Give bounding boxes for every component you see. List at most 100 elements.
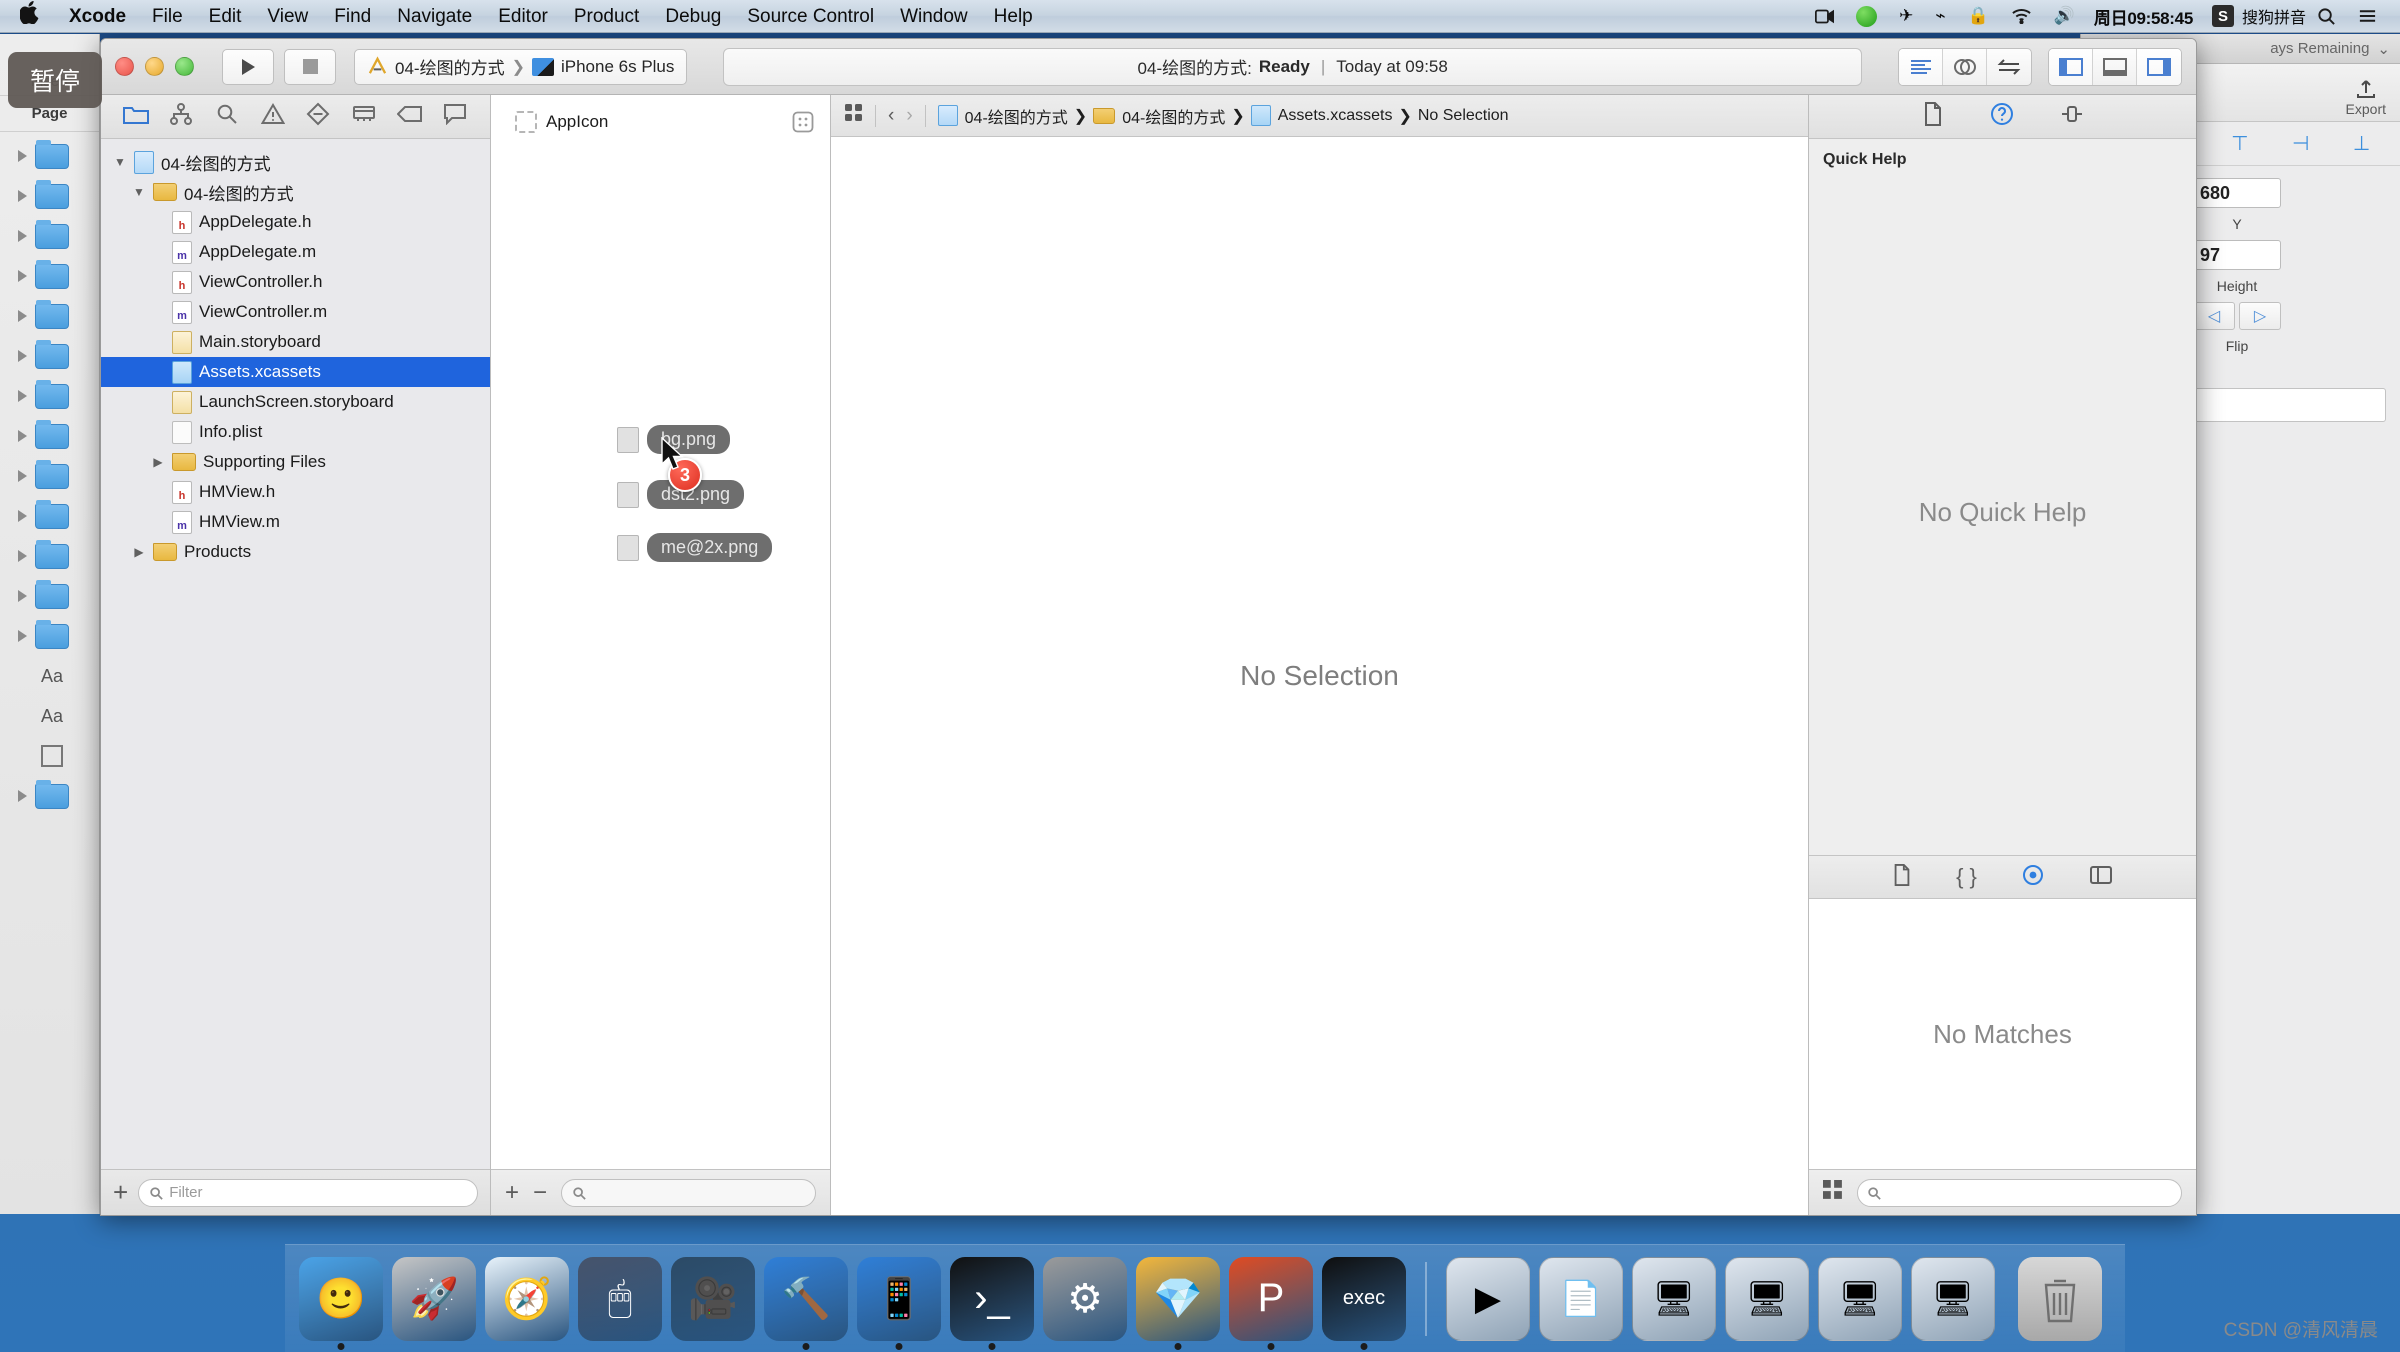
trash-icon[interactable] (2018, 1256, 2102, 1341)
disclosure-triangle-icon[interactable] (18, 310, 27, 322)
tree-item[interactable]: ▶ Supporting Files (101, 447, 490, 477)
left-window-folder-row[interactable] (0, 416, 99, 456)
airplane-icon[interactable]: ✈ (1888, 6, 1924, 26)
left-window-extra-row[interactable]: Aa (0, 656, 99, 696)
tree-item[interactable]: Info.plist (101, 417, 490, 447)
menu-item-edit[interactable]: Edit (196, 0, 255, 33)
tree-item[interactable]: ▼ 04-绘图的方式 (101, 147, 490, 177)
test-navigator-tab[interactable] (301, 102, 335, 132)
export-button[interactable]: Export (2346, 77, 2386, 117)
y-field[interactable]: 680 (2193, 178, 2281, 208)
clock[interactable]: 周日09:58:45 (2086, 4, 2201, 29)
dock-item-xcode[interactable]: 🔨 (764, 1256, 848, 1350)
file-inspector-tab[interactable] (1922, 102, 1944, 131)
height-field[interactable]: 97 (2193, 240, 2281, 270)
dock-item-sketch[interactable]: 💎 (1136, 1256, 1220, 1350)
assistant-editor-icon[interactable] (1943, 48, 1987, 85)
align-middle-icon[interactable]: ⊣ (2292, 131, 2309, 156)
editor-mode-segment[interactable] (1898, 47, 2032, 86)
left-window-extra-row[interactable]: Aa (0, 696, 99, 736)
add-asset-button[interactable]: + (505, 1179, 519, 1207)
related-files-icon[interactable] (845, 104, 863, 127)
project-navigator-tab[interactable] (119, 102, 153, 132)
volume-icon[interactable]: 🔊 (2043, 6, 2086, 26)
asset-set-list[interactable]: AppIcon (491, 95, 830, 1169)
apple-menu-icon[interactable] (0, 0, 56, 33)
dock-item-system-preferences[interactable]: ⚙ (1043, 1256, 1127, 1341)
forward-button[interactable]: › (906, 105, 912, 127)
menu-item-source-control[interactable]: Source Control (734, 0, 887, 33)
tree-item[interactable]: m HMView.m (101, 507, 490, 537)
breadcrumb[interactable]: 04-绘图的方式 ❯ 04-绘图的方式 ❯ Assets.xcassets ❯ No Sel… (937, 104, 1509, 128)
menu-item-find[interactable]: Find (321, 0, 384, 33)
play-green-icon[interactable] (1845, 5, 1888, 27)
dock-app-items[interactable]: 🙂 🚀 🧭 🖱 🎥 🔨 📱 ›_ ⚙ 💎 Pexec (299, 1256, 1406, 1350)
disclosure-triangle-icon[interactable] (18, 390, 27, 402)
breakpoint-navigator-tab[interactable] (393, 102, 427, 132)
flip-horizontal-icon[interactable]: ◁ (2193, 302, 2235, 330)
left-window-extra-row[interactable] (0, 776, 99, 816)
left-window-folder-row[interactable] (0, 496, 99, 536)
navigator-toggle-icon[interactable] (2049, 48, 2093, 85)
menu-item-xcode[interactable]: Xcode (56, 0, 139, 33)
asset-search-field[interactable] (561, 1178, 816, 1207)
tree-item[interactable]: LaunchScreen.storyboard (101, 387, 490, 417)
disclosure-triangle-icon[interactable] (18, 510, 27, 522)
source-control-navigator-tab[interactable] (164, 102, 198, 132)
menu-item-navigate[interactable]: Navigate (384, 0, 485, 33)
disclosure-triangle-icon[interactable] (18, 790, 27, 802)
screen-record-icon[interactable] (1804, 8, 1845, 25)
menu-item-product[interactable]: Product (561, 0, 652, 33)
run-button[interactable] (222, 48, 274, 85)
left-window-folder-row[interactable] (0, 536, 99, 576)
dock-item-exec-terminal[interactable]: exec (1322, 1256, 1406, 1350)
spotlight-search-icon[interactable] (2306, 7, 2347, 26)
left-window-folder-row[interactable] (0, 136, 99, 176)
dock-minimized-media-window[interactable]: ▶ (1446, 1256, 1530, 1341)
library-tab-bar[interactable]: { } (1809, 855, 2196, 899)
dock-item-mouse-utility[interactable]: 🖱 (578, 1256, 662, 1341)
disclosure-triangle-icon[interactable] (18, 590, 27, 602)
left-window-folder-row[interactable] (0, 256, 99, 296)
flip-controls[interactable]: ◁ ▷ (2193, 302, 2281, 330)
disclosure-triangle-icon[interactable] (18, 190, 27, 202)
left-window-extra-row[interactable] (0, 736, 99, 776)
dock-minimized-items[interactable]: ▶ 📄 🖥 🖥 🖥 🖥 (1446, 1256, 1995, 1341)
version-editor-icon[interactable] (1987, 49, 2031, 85)
left-window-folder-row[interactable] (0, 296, 99, 336)
close-button[interactable] (115, 57, 134, 76)
breadcrumb-item[interactable]: 04-绘图的方式 (937, 104, 1068, 128)
menu-item-view[interactable]: View (254, 0, 321, 33)
disclosure-triangle-icon[interactable]: ▶ (151, 455, 165, 469)
dock-minimized-document-window[interactable]: 📄 (1539, 1256, 1623, 1341)
stop-button[interactable] (284, 48, 336, 85)
utilities-toggle-icon[interactable] (2137, 48, 2181, 85)
dock-item-quicktime-player[interactable]: 🎥 (671, 1256, 755, 1341)
wifi-icon[interactable] (2000, 8, 2043, 24)
file-template-library-tab[interactable] (1892, 863, 1912, 891)
navigator-filter-field[interactable]: Filter (138, 1178, 478, 1207)
breadcrumb-item[interactable]: 04-绘图的方式 (1093, 104, 1225, 128)
left-window-folder-row[interactable] (0, 616, 99, 656)
zoom-button[interactable] (175, 57, 194, 76)
disclosure-triangle-icon[interactable] (18, 630, 27, 642)
left-window-folder-row[interactable] (0, 176, 99, 216)
breadcrumb-item[interactable]: Assets.xcassets (1250, 105, 1392, 126)
quick-help-inspector-tab[interactable] (1990, 102, 2014, 131)
view-toggle-segment[interactable] (2048, 47, 2182, 86)
flip-vertical-icon[interactable]: ▷ (2239, 302, 2281, 330)
dock-minimized-screen-window-1[interactable]: 🖥 (1632, 1256, 1716, 1341)
menu-item-editor[interactable]: Editor (485, 0, 561, 33)
tree-item[interactable]: h AppDelegate.h (101, 207, 490, 237)
disclosure-triangle-icon[interactable] (18, 150, 27, 162)
tree-item[interactable]: ▶ Products (101, 537, 490, 567)
tree-item[interactable]: m ViewController.m (101, 297, 490, 327)
disclosure-triangle-icon[interactable] (18, 430, 27, 442)
dock-item-pycharm[interactable]: P (1229, 1256, 1313, 1350)
library-search-field[interactable] (1857, 1178, 2182, 1207)
left-window-folder-row[interactable] (0, 336, 99, 376)
dock-minimized-screen-window-4[interactable]: 🖥 (1911, 1256, 1995, 1341)
left-window-folder-row[interactable] (0, 376, 99, 416)
left-window-folder-row[interactable] (0, 456, 99, 496)
debug-area-toggle-icon[interactable] (2093, 48, 2137, 85)
